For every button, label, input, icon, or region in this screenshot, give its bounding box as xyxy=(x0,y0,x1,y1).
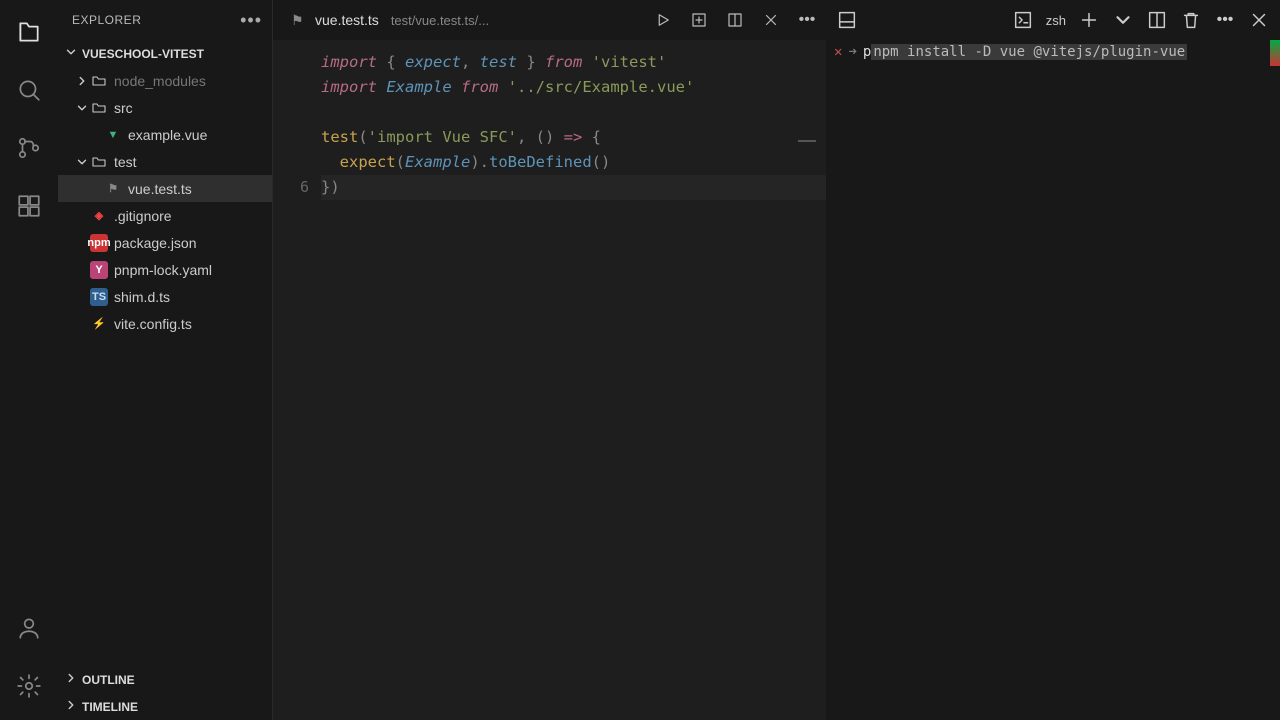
outline-section[interactable]: OUTLINE xyxy=(58,666,272,693)
terminal-body[interactable]: ✕ ➜ pnpm install -D vue @vitejs/plugin-v… xyxy=(826,40,1280,720)
terminal-shell-name[interactable]: zsh xyxy=(1046,13,1066,28)
folder-icon xyxy=(90,153,108,171)
chevron-right-icon xyxy=(74,74,90,88)
vitest-icon: ⚑ xyxy=(104,180,122,198)
account-icon[interactable] xyxy=(15,614,43,642)
ts-icon: TS xyxy=(90,288,108,306)
git-icon: ◈ xyxy=(90,207,108,225)
tab-breadcrumb: test/vue.test.ts/... xyxy=(391,13,489,28)
explorer-sidebar: EXPLORER ••• VUESCHOOL-VITEST node_modul… xyxy=(58,0,273,720)
chevron-right-icon xyxy=(64,671,78,688)
split-terminal-icon[interactable] xyxy=(1146,9,1168,31)
yaml-icon: Y xyxy=(90,261,108,279)
tree-label: shim.d.ts xyxy=(114,289,170,305)
folder-icon xyxy=(90,99,108,117)
terminal-profile-icon[interactable] xyxy=(1012,9,1034,31)
folder-icon xyxy=(90,72,108,90)
file-tree: node_modules src ▼ example.vue test ⚑ vu… xyxy=(58,67,272,666)
search-icon[interactable] xyxy=(15,76,43,104)
editor-tab[interactable]: ⚑ vue.test.ts test/vue.test.ts/... xyxy=(281,0,499,40)
line-gutter: 6 xyxy=(273,40,321,720)
chevron-down-icon xyxy=(74,101,90,115)
prompt-arrow-icon: ➜ xyxy=(848,44,856,60)
tree-label: src xyxy=(114,100,133,116)
project-name: VUESCHOOL-VITEST xyxy=(82,47,204,61)
terminal-scrollbar[interactable] xyxy=(1270,40,1280,66)
tree-label: example.vue xyxy=(128,127,207,143)
folder-test[interactable]: test xyxy=(58,148,272,175)
close-panel-icon[interactable] xyxy=(1248,9,1270,31)
new-terminal-icon[interactable] xyxy=(1078,9,1100,31)
panel-toggle-icon[interactable] xyxy=(836,9,858,31)
outline-label: OUTLINE xyxy=(82,673,135,687)
file-vue-test-ts[interactable]: ⚑ vue.test.ts xyxy=(58,175,272,202)
minimap-indicator xyxy=(798,140,816,142)
timeline-label: TIMELINE xyxy=(82,700,138,714)
code-editor[interactable]: 6 import { expect, test } from 'vitest' … xyxy=(273,40,826,720)
file-pnpm-lock[interactable]: Y pnpm-lock.yaml xyxy=(58,256,272,283)
tree-label: .gitignore xyxy=(114,208,172,224)
settings-gear-icon[interactable] xyxy=(15,672,43,700)
tree-label: pnpm-lock.yaml xyxy=(114,262,212,278)
npm-icon: npm xyxy=(90,234,108,252)
chevron-down-icon xyxy=(74,155,90,169)
source-control-icon[interactable] xyxy=(15,134,43,162)
vue-icon: ▼ xyxy=(104,126,122,144)
trash-icon[interactable] xyxy=(1180,9,1202,31)
extensions-icon[interactable] xyxy=(15,192,43,220)
tree-label: package.json xyxy=(114,235,197,251)
chevron-right-icon xyxy=(64,698,78,715)
file-package-json[interactable]: npm package.json xyxy=(58,229,272,256)
more-icon[interactable]: ••• xyxy=(796,9,818,31)
file-shim-dts[interactable]: TS shim.d.ts xyxy=(58,283,272,310)
tab-filename: vue.test.ts xyxy=(315,12,379,28)
tab-bar: ⚑ vue.test.ts test/vue.test.ts/... ••• xyxy=(273,0,826,40)
file-example-vue[interactable]: ▼ example.vue xyxy=(58,121,272,148)
run-icon[interactable] xyxy=(652,9,674,31)
layout-icon[interactable] xyxy=(724,9,746,31)
explorer-more-icon[interactable]: ••• xyxy=(240,10,262,31)
explorer-title: EXPLORER xyxy=(72,13,141,27)
folder-node-modules[interactable]: node_modules xyxy=(58,67,272,94)
project-section-header[interactable]: VUESCHOOL-VITEST xyxy=(58,40,272,67)
chevron-down-icon xyxy=(64,45,78,62)
chevron-down-icon[interactable] xyxy=(1112,9,1134,31)
tree-label: node_modules xyxy=(114,73,206,89)
code-content[interactable]: import { expect, test } from 'vitest' im… xyxy=(321,40,826,720)
split-add-icon[interactable] xyxy=(688,9,710,31)
folder-src[interactable]: src xyxy=(58,94,272,121)
tree-label: test xyxy=(114,154,137,170)
vitest-icon: ⚑ xyxy=(291,12,307,28)
vite-icon: ⚡ xyxy=(90,315,108,333)
terminal-panel: zsh ••• ✕ ➜ pnpm install -D vue @vitejs/… xyxy=(826,0,1280,720)
terminal-autosuggest: npm install -D vue @vitejs/plugin-vue xyxy=(871,44,1187,60)
activity-bar xyxy=(0,0,58,720)
explorer-icon[interactable] xyxy=(15,18,43,46)
tree-label: vue.test.ts xyxy=(128,181,192,197)
timeline-section[interactable]: TIMELINE xyxy=(58,693,272,720)
file-gitignore[interactable]: ◈ .gitignore xyxy=(58,202,272,229)
line-number: 6 xyxy=(273,175,321,200)
prompt-status-icon: ✕ xyxy=(834,44,842,60)
file-vite-config[interactable]: ⚡ vite.config.ts xyxy=(58,310,272,337)
more-icon[interactable]: ••• xyxy=(1214,9,1236,31)
tree-label: vite.config.ts xyxy=(114,316,192,332)
editor-area: ⚑ vue.test.ts test/vue.test.ts/... ••• 6… xyxy=(273,0,826,720)
close-icon[interactable] xyxy=(760,9,782,31)
